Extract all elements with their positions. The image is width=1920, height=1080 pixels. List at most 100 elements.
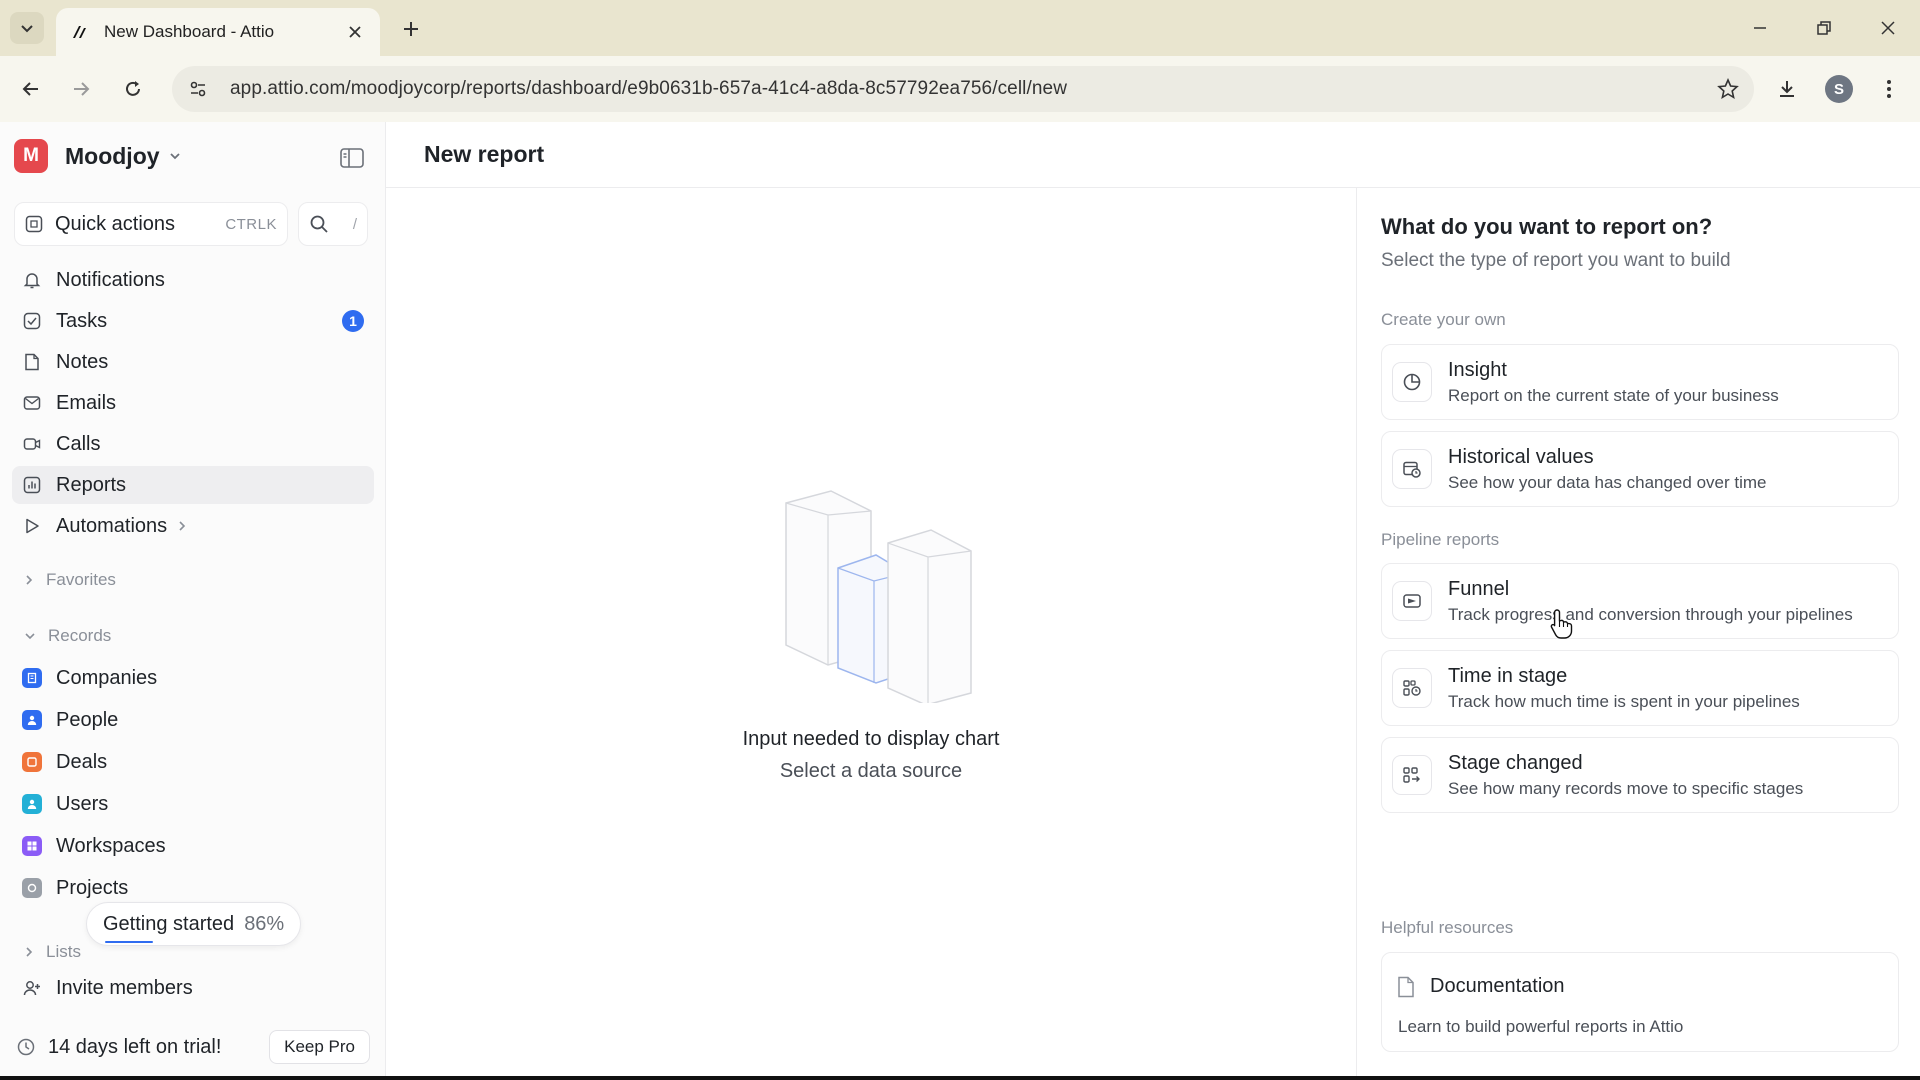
- sidebar-item-notifications[interactable]: Notifications: [12, 261, 374, 299]
- workspace-name: Moodjoy: [65, 142, 160, 169]
- address-bar[interactable]: app.attio.com/moodjoycorp/reports/dashbo…: [172, 66, 1754, 112]
- sidebar-item-calls[interactable]: Calls: [12, 425, 374, 463]
- search-button[interactable]: /: [298, 202, 368, 246]
- forward-button[interactable]: [66, 74, 96, 104]
- lists-section-header-row[interactable]: Lists: [24, 938, 81, 966]
- minimize-icon: [1754, 27, 1766, 29]
- sidebar-item-label: Reports: [56, 473, 127, 496]
- documentation-card[interactable]: Documentation Learn to build powerful re…: [1381, 952, 1899, 1052]
- hand-cursor-icon: [1550, 609, 1573, 639]
- sidebar-item-users[interactable]: Users: [12, 785, 374, 823]
- chart-canvas: Input needed to display chart Select a d…: [386, 188, 1356, 1080]
- browser-menu-icon[interactable]: [1872, 72, 1906, 106]
- checkbox-icon: [22, 311, 42, 331]
- back-button[interactable]: [16, 74, 46, 104]
- profile-initial: S: [1825, 75, 1853, 103]
- minimize-button[interactable]: [1728, 0, 1792, 56]
- getting-started-progress-bar: [105, 941, 153, 943]
- sidebar-item-label: Calls: [56, 432, 101, 455]
- chevron-right-icon: [26, 575, 33, 585]
- tasks-count-badge: 1: [342, 310, 364, 332]
- tab-search-dropdown[interactable]: [10, 12, 44, 44]
- option-description: See how many records move to specific st…: [1448, 778, 1804, 798]
- sidebar-item-label: Users: [56, 792, 109, 815]
- empty-chart-illustration-icon: [785, 490, 972, 703]
- site-info-icon[interactable]: [180, 71, 216, 107]
- chevron-down-icon: [21, 25, 33, 33]
- restore-button[interactable]: [1792, 0, 1856, 56]
- sidebar-item-companies[interactable]: Companies: [12, 659, 374, 697]
- empty-state-subtitle: Select a data source: [779, 760, 963, 782]
- sidebar-item-label: Workspaces: [56, 834, 166, 857]
- close-icon: [1881, 21, 1895, 35]
- chevron-right-icon: [26, 947, 33, 957]
- page-header: New report: [386, 122, 1920, 188]
- sidebar-item-label: Automations: [56, 514, 168, 537]
- sidebar-item-workspaces[interactable]: Workspaces: [12, 827, 374, 865]
- arrow-right-icon: [74, 82, 90, 96]
- window-controls: [1728, 0, 1920, 56]
- sidebar-item-label: Notifications: [56, 268, 165, 291]
- note-icon: [22, 352, 42, 372]
- favorites-section-header[interactable]: Favorites: [24, 566, 116, 594]
- browser-tab-bar: New Dashboard - Attio: [0, 0, 1920, 56]
- sidebar-item-label: People: [56, 708, 119, 731]
- getting-started-percent: 86%: [244, 912, 285, 935]
- chevron-right-icon: [179, 521, 186, 531]
- sidebar-item-emails[interactable]: Emails: [12, 384, 374, 422]
- sidebar-item-people[interactable]: People: [12, 701, 374, 739]
- report-option-insight[interactable]: Insight Report on the current state of y…: [1381, 344, 1899, 420]
- option-title: Stage changed: [1448, 751, 1583, 774]
- sidebar-item-label: Tasks: [56, 309, 108, 332]
- sidebar-collapse-button[interactable]: [338, 144, 366, 172]
- url-text[interactable]: app.attio.com/moodjoycorp/reports/dashbo…: [230, 78, 1708, 100]
- records-section-header[interactable]: Records: [24, 622, 111, 650]
- new-tab-button[interactable]: [396, 14, 426, 44]
- sidebar-item-deals[interactable]: Deals: [12, 743, 374, 781]
- sidebar-item-notes[interactable]: Notes: [12, 343, 374, 381]
- sidebar-item-automations[interactable]: Automations: [12, 507, 374, 545]
- quick-actions-button[interactable]: Quick actions CTRLK: [14, 202, 288, 246]
- history-calendar-icon: [1392, 449, 1432, 489]
- documentation-title: Documentation: [1430, 975, 1565, 997]
- bookmark-star-icon[interactable]: [1708, 69, 1748, 109]
- report-option-historical-values[interactable]: Historical values See how your data has …: [1381, 431, 1899, 507]
- sidebar-item-reports[interactable]: Reports: [12, 466, 374, 504]
- project-icon: [22, 878, 42, 898]
- reload-button[interactable]: [118, 74, 148, 104]
- search-icon: [310, 215, 328, 233]
- close-window-button[interactable]: [1856, 0, 1920, 56]
- panel-subtitle: Select the type of report you want to bu…: [1381, 250, 1731, 271]
- report-option-stage-changed[interactable]: Stage changed See how many records move …: [1381, 737, 1899, 813]
- download-icon[interactable]: [1770, 72, 1804, 106]
- browser-tab-active[interactable]: New Dashboard - Attio: [56, 8, 380, 56]
- option-description: Track how much time is spent in your pip…: [1448, 691, 1800, 711]
- keep-pro-button[interactable]: Keep Pro: [269, 1030, 370, 1064]
- sidebar-item-label: Companies: [56, 666, 158, 689]
- search-shortcut: /: [352, 215, 357, 233]
- bell-icon: [22, 270, 42, 290]
- records-label: Records: [48, 626, 112, 645]
- report-option-time-in-stage[interactable]: Time in stage Track how much time is spe…: [1381, 650, 1899, 726]
- documentation-description: Learn to build powerful reports in Attio: [1398, 1017, 1684, 1036]
- funnel-icon: [1392, 581, 1432, 621]
- report-option-funnel[interactable]: Funnel Track progress and conversion thr…: [1381, 563, 1899, 639]
- tab-close-icon[interactable]: [344, 21, 366, 43]
- invite-members-button[interactable]: Invite members: [12, 969, 374, 1007]
- sidebar-item-label: Deals: [56, 750, 108, 773]
- favorites-label: Favorites: [46, 570, 116, 589]
- add-person-icon: [22, 978, 42, 998]
- workspace-switcher[interactable]: M Moodjoy: [14, 138, 182, 174]
- option-title: Historical values: [1448, 445, 1594, 468]
- getting-started-popup[interactable]: Getting started 86%: [86, 902, 302, 946]
- attio-app: M Moodjoy Quick actions CTRLK / Notifica…: [0, 122, 1920, 1080]
- profile-avatar[interactable]: S: [1822, 72, 1856, 106]
- stage-changed-icon: [1392, 755, 1432, 795]
- sidebar-item-tasks[interactable]: Tasks 1: [12, 302, 374, 340]
- browser-toolbar: app.attio.com/moodjoycorp/reports/dashbo…: [0, 56, 1920, 122]
- lists-label: Lists: [46, 942, 81, 961]
- sidebar-item-label: Projects: [56, 876, 129, 899]
- trial-banner: 14 days left on trial! Keep Pro: [12, 1028, 374, 1066]
- arrow-left-icon: [22, 82, 38, 96]
- deal-icon: [22, 752, 42, 772]
